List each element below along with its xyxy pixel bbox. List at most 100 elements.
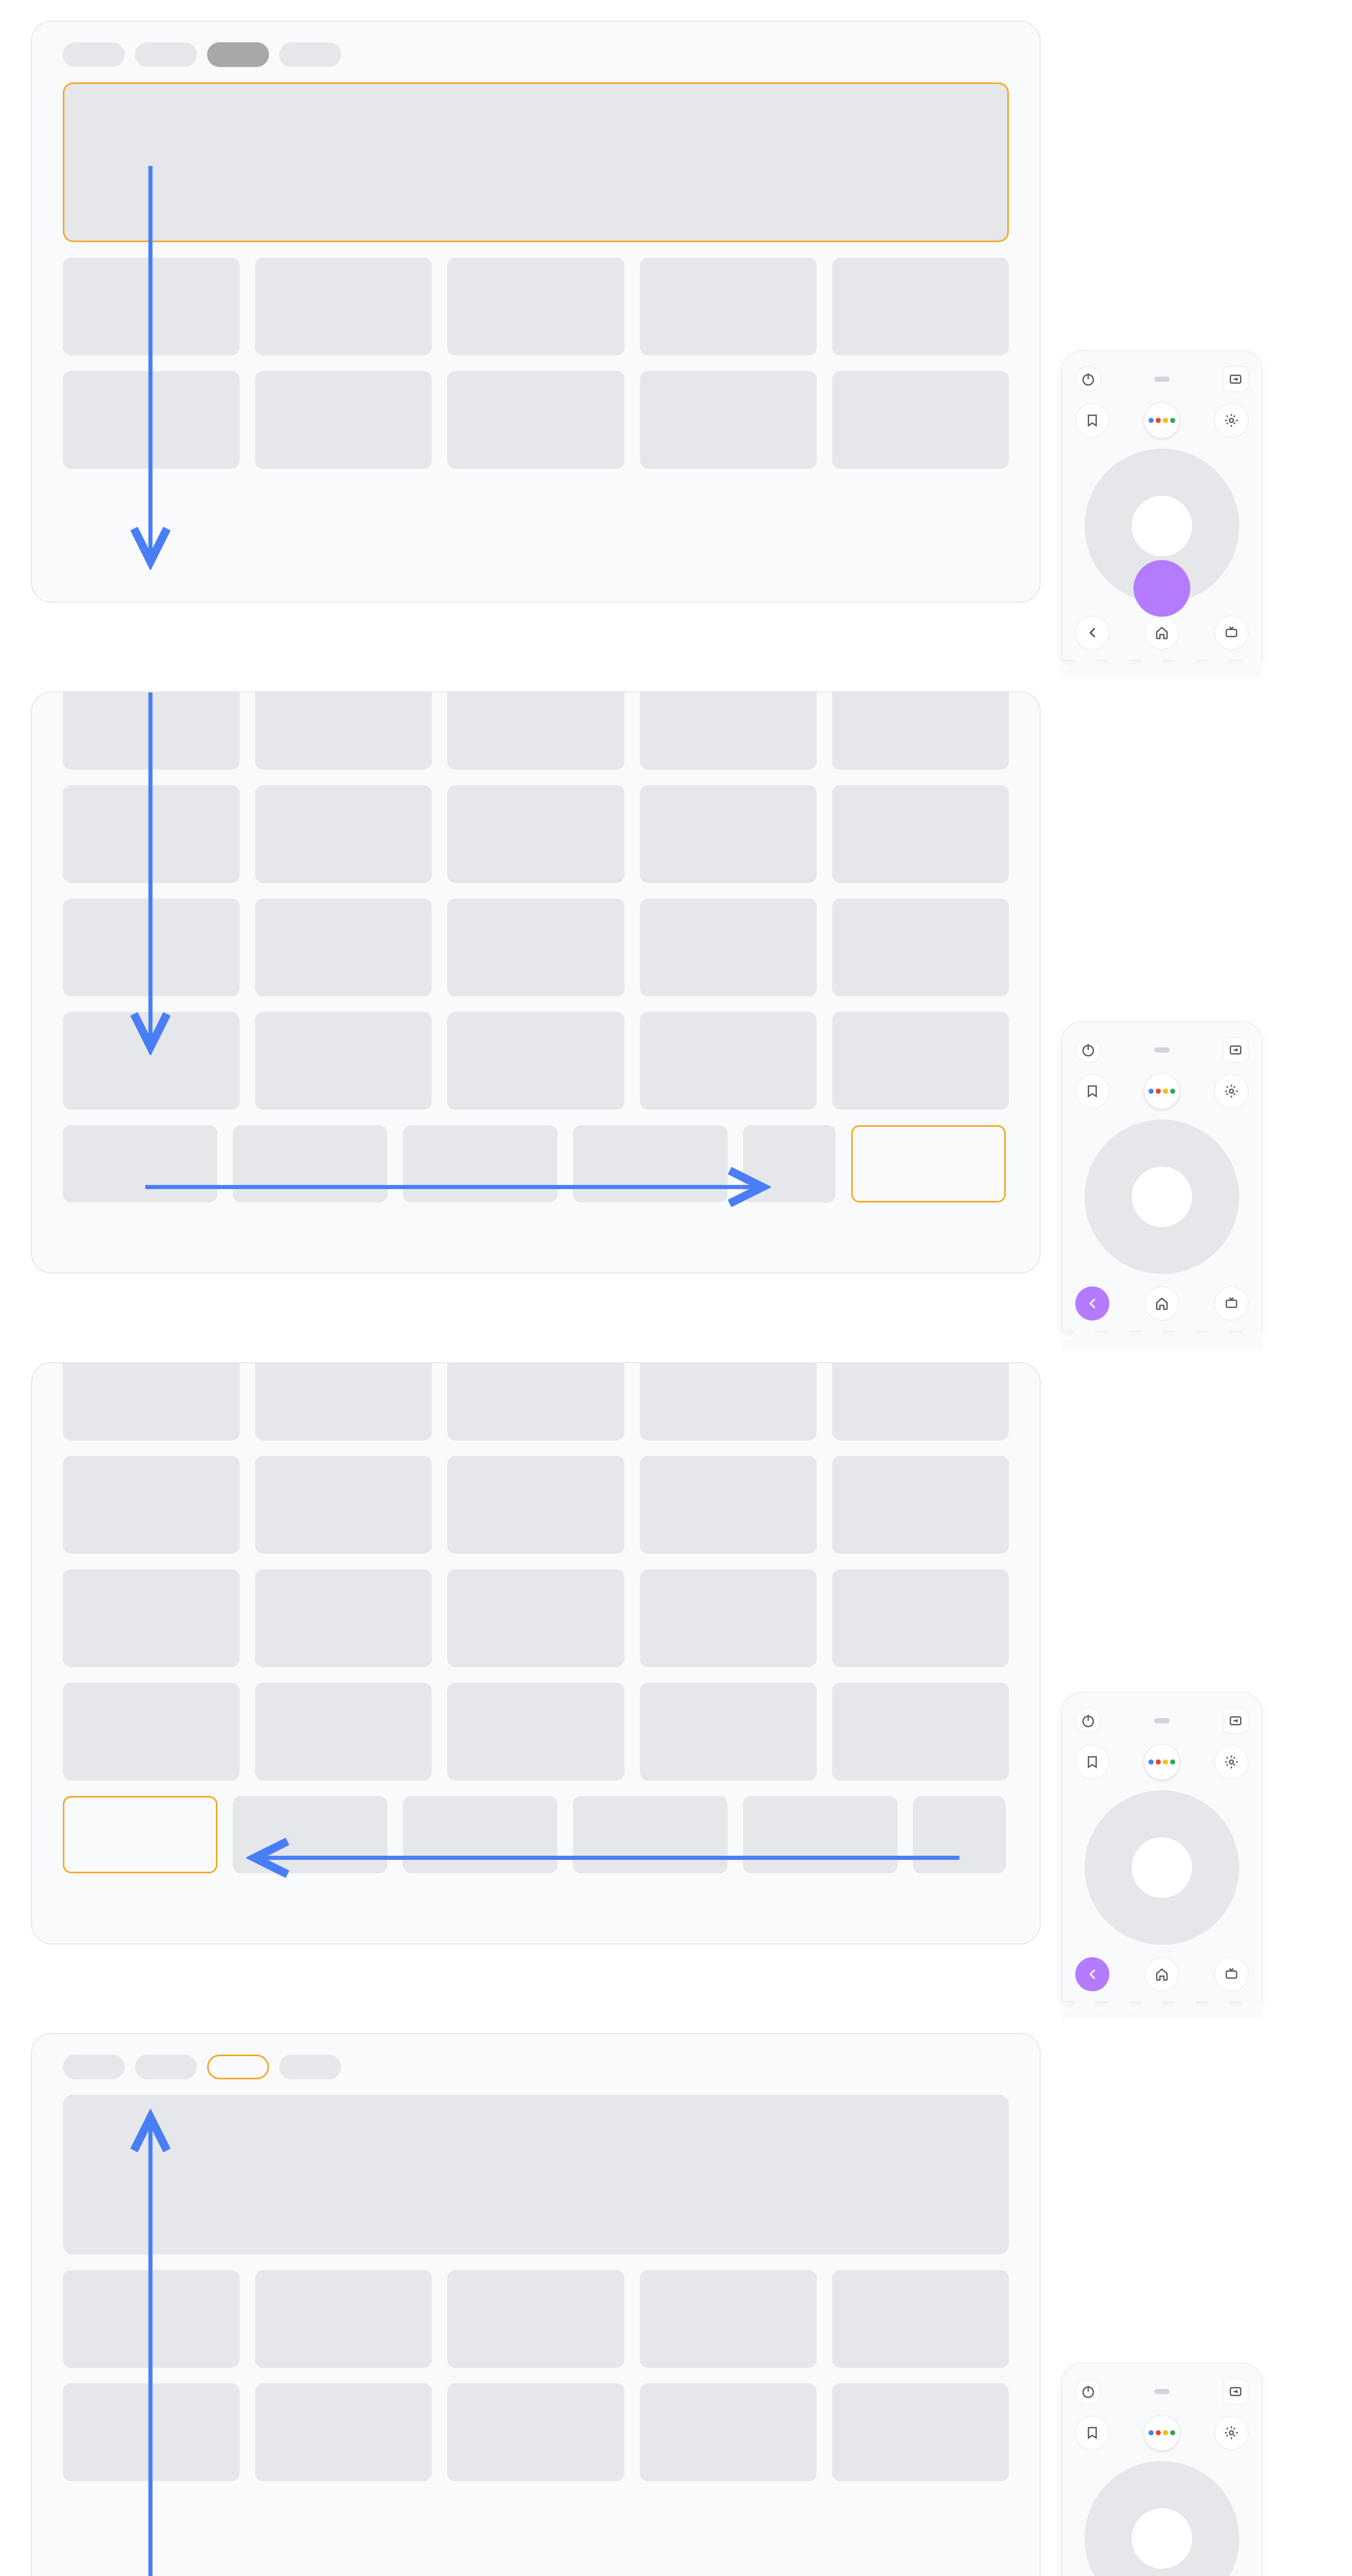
content-card[interactable] — [63, 1362, 240, 1440]
content-card[interactable] — [447, 785, 624, 883]
settings-button[interactable] — [1214, 2416, 1248, 2450]
content-card[interactable] — [447, 371, 624, 469]
content-card[interactable] — [255, 1012, 432, 1110]
content-card[interactable] — [640, 1012, 817, 1110]
content-card[interactable] — [640, 1456, 817, 1554]
content-card[interactable] — [255, 258, 432, 355]
settings-button[interactable] — [1214, 1745, 1248, 1779]
content-card[interactable] — [573, 1796, 728, 1873]
dpad-select[interactable] — [1131, 495, 1193, 557]
power-button[interactable] — [1075, 1037, 1101, 1063]
content-card[interactable] — [255, 1569, 432, 1667]
content-card[interactable] — [63, 785, 240, 883]
assistant-button[interactable] — [1144, 1073, 1180, 1109]
content-card[interactable] — [832, 899, 1009, 996]
tab-pill-focused[interactable] — [207, 2055, 269, 2079]
content-card[interactable] — [447, 2383, 624, 2481]
tab-pill[interactable] — [279, 42, 341, 67]
content-card[interactable] — [640, 785, 817, 883]
content-card[interactable] — [640, 691, 817, 770]
back-button-active[interactable] — [1075, 1286, 1109, 1320]
content-card[interactable] — [832, 785, 1009, 883]
content-card[interactable] — [63, 691, 240, 770]
content-card[interactable] — [63, 1012, 240, 1110]
content-card[interactable] — [640, 1683, 817, 1781]
hero-banner-focused[interactable] — [63, 82, 1009, 242]
power-button[interactable] — [1075, 366, 1101, 392]
content-card[interactable] — [832, 1569, 1009, 1667]
content-card[interactable] — [832, 1456, 1009, 1554]
content-card[interactable] — [403, 1125, 557, 1202]
content-card[interactable] — [233, 1796, 387, 1873]
tv-button[interactable] — [1214, 1957, 1248, 1991]
content-card[interactable] — [63, 258, 240, 355]
content-card[interactable] — [447, 2270, 624, 2368]
content-card[interactable] — [403, 1796, 557, 1873]
content-card[interactable] — [63, 1125, 217, 1202]
content-card[interactable] — [63, 2383, 240, 2481]
content-card[interactable] — [63, 1456, 240, 1554]
bookmark-button[interactable] — [1075, 1745, 1109, 1779]
content-card[interactable] — [640, 2383, 817, 2481]
power-button[interactable] — [1075, 2379, 1101, 2404]
content-card[interactable] — [573, 1125, 728, 1202]
content-card-focused[interactable] — [63, 1796, 217, 1873]
input-button[interactable] — [1223, 366, 1248, 392]
content-card[interactable] — [832, 1362, 1009, 1440]
content-card[interactable] — [447, 1683, 624, 1781]
assistant-button[interactable] — [1144, 402, 1180, 438]
content-card[interactable] — [743, 1125, 836, 1202]
content-card[interactable] — [255, 1456, 432, 1554]
content-card[interactable] — [832, 1012, 1009, 1110]
dpad-select[interactable] — [1131, 1166, 1193, 1228]
assistant-button[interactable] — [1144, 1744, 1180, 1780]
home-button[interactable] — [1145, 1957, 1179, 1991]
back-button-active[interactable] — [1075, 1957, 1109, 1991]
content-card[interactable] — [640, 899, 817, 996]
content-card[interactable] — [447, 1012, 624, 1110]
tab-pill[interactable] — [63, 42, 125, 67]
content-card[interactable] — [447, 258, 624, 355]
bookmark-button[interactable] — [1075, 1074, 1109, 1108]
content-card[interactable] — [63, 371, 240, 469]
bookmark-button[interactable] — [1075, 2416, 1109, 2450]
content-card[interactable] — [447, 1362, 624, 1440]
content-card[interactable] — [447, 691, 624, 770]
home-button[interactable] — [1145, 616, 1179, 650]
tv-button[interactable] — [1214, 616, 1248, 650]
content-card[interactable] — [640, 1569, 817, 1667]
settings-button[interactable] — [1214, 1074, 1248, 1108]
input-button[interactable] — [1223, 1708, 1248, 1734]
dpad[interactable] — [1085, 449, 1239, 603]
content-card[interactable] — [255, 2383, 432, 2481]
content-card[interactable] — [832, 691, 1009, 770]
content-card[interactable] — [640, 371, 817, 469]
input-button[interactable] — [1223, 1037, 1248, 1063]
content-card[interactable] — [255, 2270, 432, 2368]
content-card[interactable] — [255, 371, 432, 469]
content-card[interactable] — [447, 899, 624, 996]
tab-pill[interactable] — [279, 2055, 341, 2079]
content-card[interactable] — [255, 691, 432, 770]
content-card[interactable] — [832, 1683, 1009, 1781]
content-card[interactable] — [832, 258, 1009, 355]
tab-pill[interactable] — [63, 2055, 125, 2079]
dpad-select[interactable] — [1131, 1837, 1193, 1899]
back-button[interactable] — [1075, 616, 1109, 650]
content-card[interactable] — [832, 2383, 1009, 2481]
home-button[interactable] — [1145, 1286, 1179, 1320]
content-card[interactable] — [233, 1125, 387, 1202]
dpad[interactable] — [1085, 2461, 1239, 2576]
input-button[interactable] — [1223, 2379, 1248, 2404]
tab-pill-active[interactable] — [207, 42, 269, 67]
power-button[interactable] — [1075, 1708, 1101, 1734]
settings-button[interactable] — [1214, 403, 1248, 437]
content-card[interactable] — [640, 2270, 817, 2368]
content-card[interactable] — [63, 1683, 240, 1781]
bookmark-button[interactable] — [1075, 403, 1109, 437]
content-card[interactable] — [832, 371, 1009, 469]
content-card[interactable] — [255, 1683, 432, 1781]
tab-pill[interactable] — [135, 42, 197, 67]
content-card[interactable] — [913, 1796, 1006, 1873]
content-card[interactable] — [640, 258, 817, 355]
